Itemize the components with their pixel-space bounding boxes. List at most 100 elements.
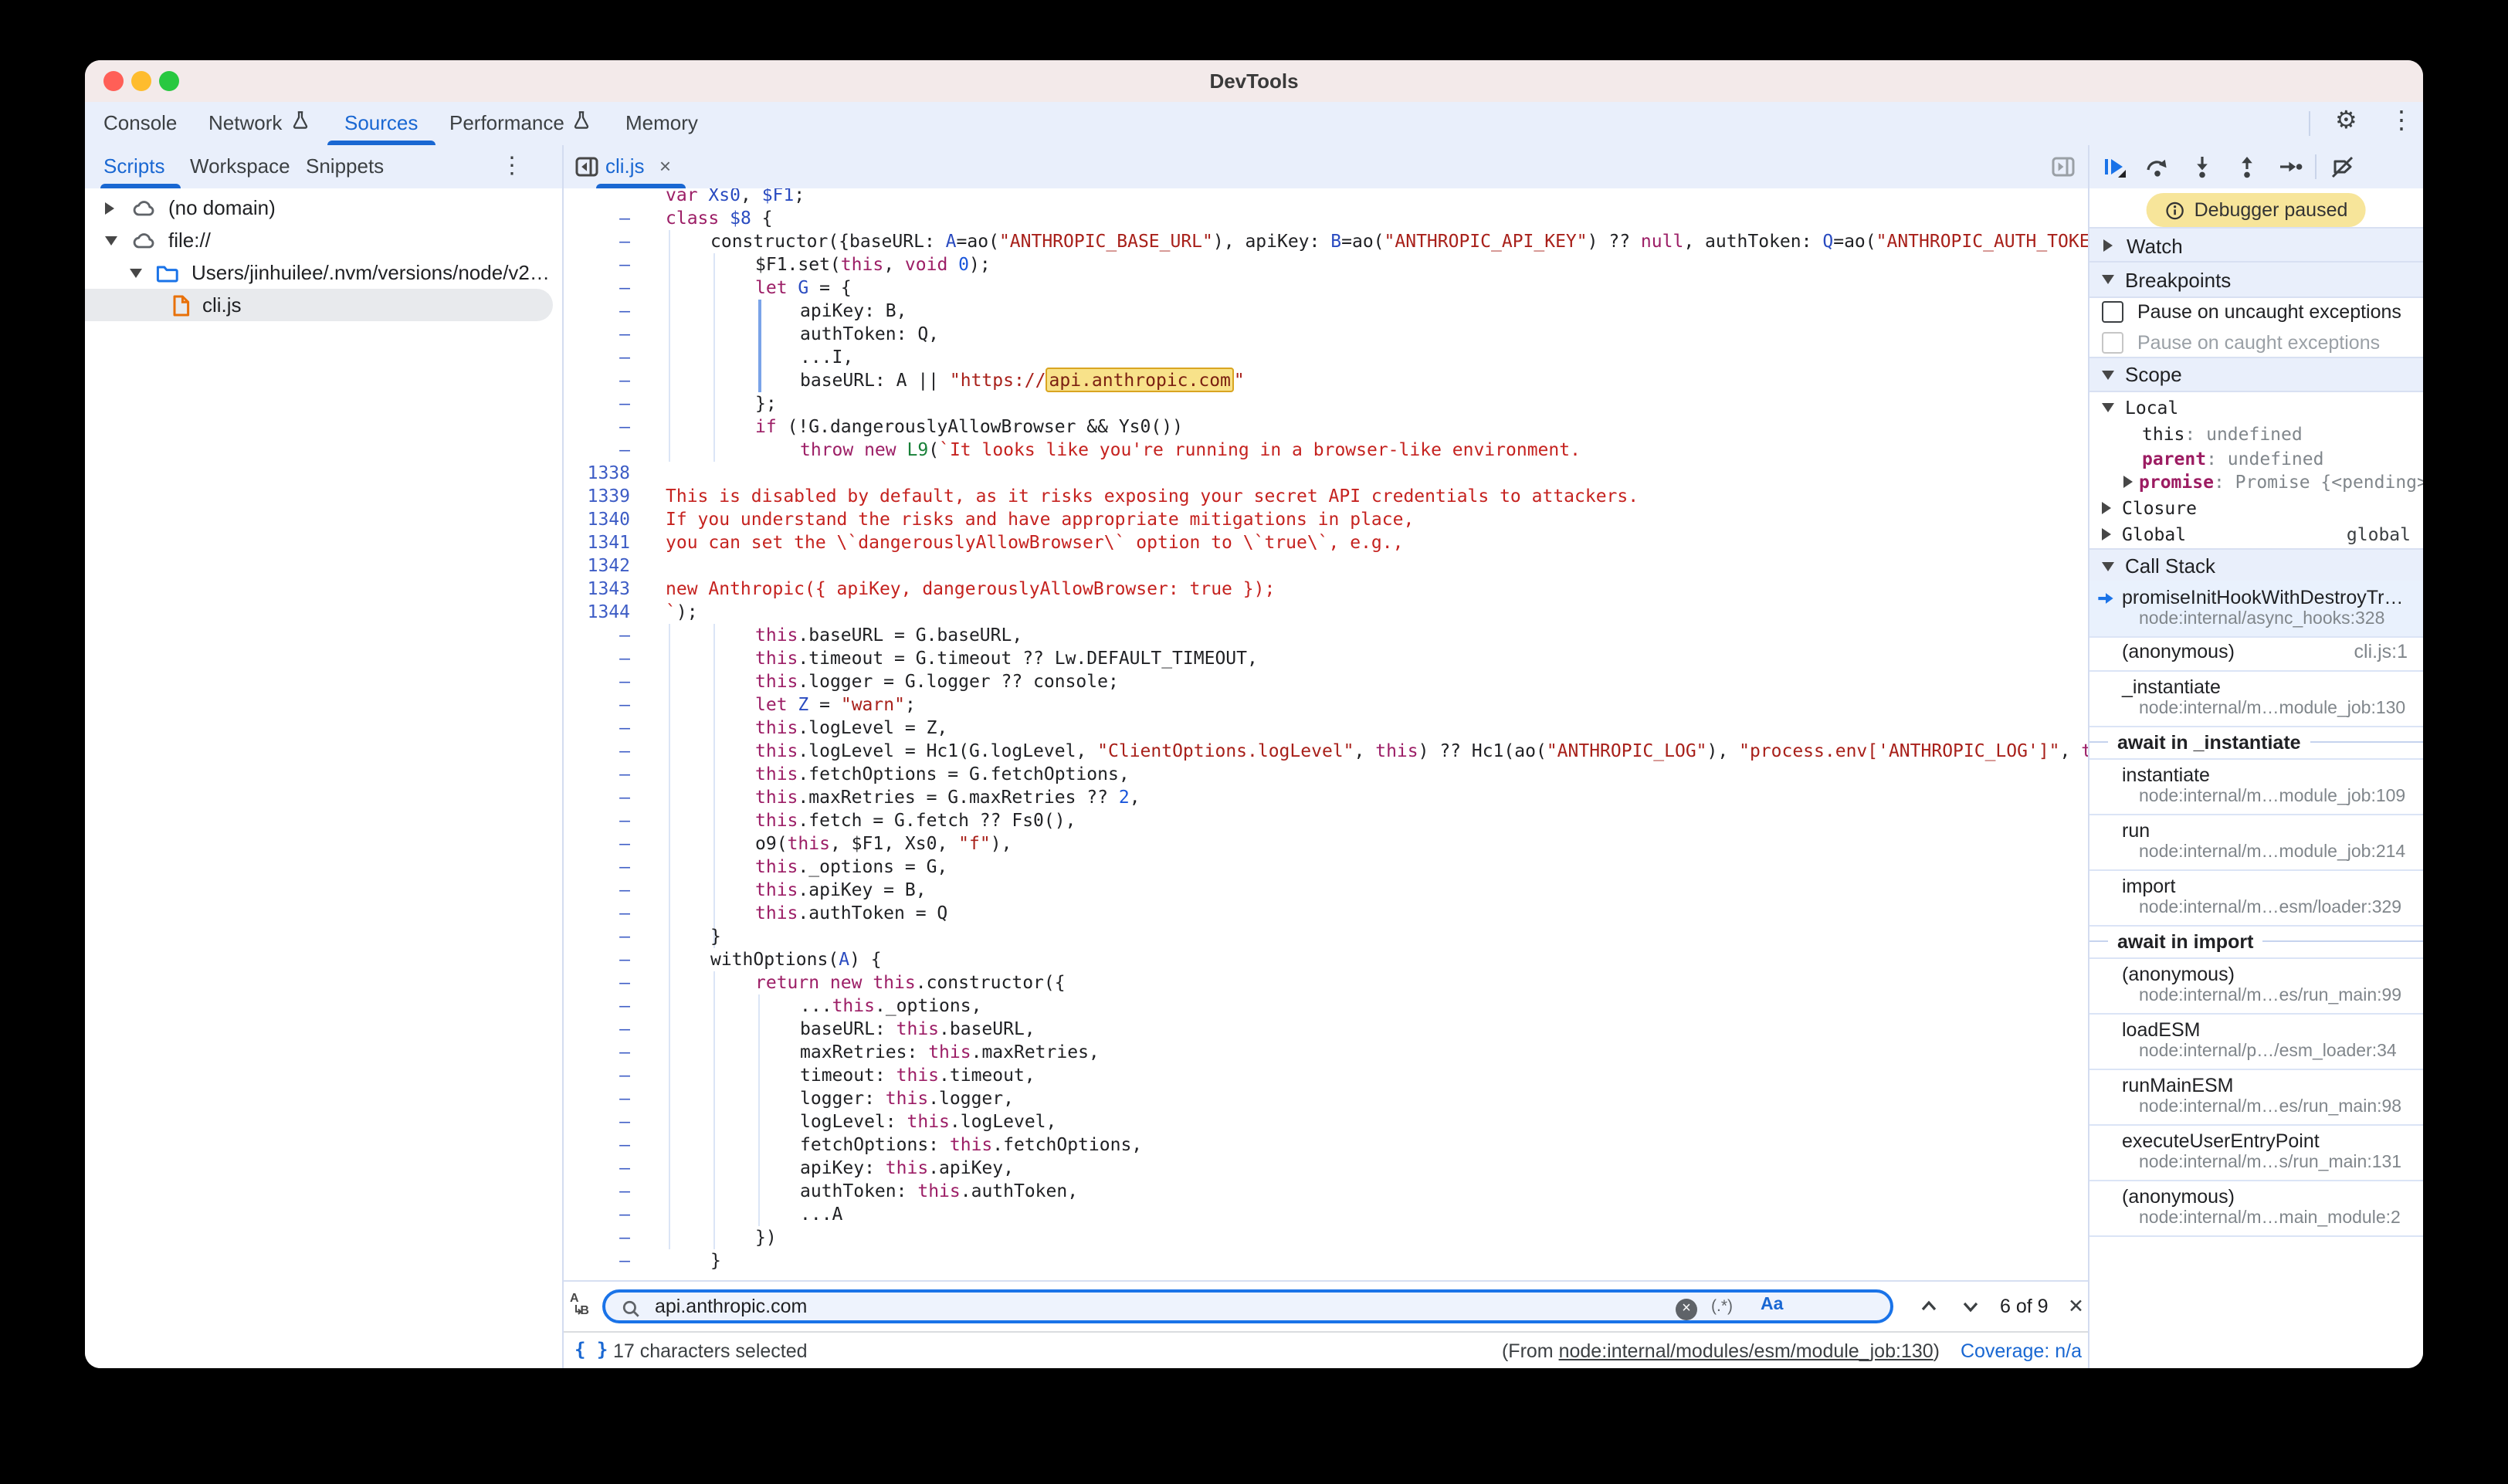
resume-script-execution-icon[interactable]	[2102, 154, 2127, 179]
line-gutter[interactable]: –	[564, 276, 641, 300]
call-stack-frame[interactable]: (anonymous)node:internal/m…main_module:2	[2089, 1180, 2423, 1237]
code-line[interactable]: –maxRetries: this.maxRetries,	[564, 1041, 2088, 1064]
tab-cli-js[interactable]: cli.js ×	[605, 145, 671, 187]
code-line[interactable]: –authToken: Q,	[564, 323, 2088, 346]
code-line[interactable]: var Xs0, $F1;	[564, 188, 2088, 207]
breakpoints-section-header[interactable]: Breakpoints	[2089, 261, 2423, 298]
line-gutter[interactable]: –	[564, 948, 641, 971]
line-gutter[interactable]: –	[564, 392, 641, 415]
code-line[interactable]: 1338	[564, 462, 2088, 485]
sidebar-tab-scripts[interactable]: Scripts	[103, 145, 164, 187]
pretty-print-icon[interactable]: { }	[574, 1339, 608, 1360]
line-gutter[interactable]: –	[564, 693, 641, 717]
show-debugger-panel-icon[interactable]	[2051, 154, 2076, 179]
code-line[interactable]: 1342	[564, 554, 2088, 578]
call-stack-frame[interactable]: _instantiatenode:internal/m…module_job:1…	[2089, 670, 2423, 727]
line-gutter[interactable]: 1342	[564, 554, 641, 578]
code-line[interactable]: 1344`);	[564, 601, 2088, 624]
chevron-down-icon[interactable]	[2102, 402, 2114, 412]
scope-row[interactable]: Local	[2089, 392, 2423, 422]
line-gutter[interactable]: –	[564, 856, 641, 879]
tab-memory[interactable]: Memory	[625, 102, 698, 144]
code-line[interactable]: –}	[564, 1249, 2088, 1272]
code-line[interactable]: –timeout: this.timeout,	[564, 1064, 2088, 1087]
checkbox-unchecked-icon[interactable]	[2102, 300, 2123, 322]
scope-row[interactable]: promise: Promise {<pending>}	[2089, 469, 2423, 494]
code-line[interactable]: –constructor({baseURL: A=ao("ANTHROPIC_B…	[564, 230, 2088, 253]
line-gutter[interactable]	[564, 188, 641, 207]
call-stack-frame[interactable]: importnode:internal/m…esm/loader:329	[2089, 869, 2423, 927]
line-gutter[interactable]: –	[564, 230, 641, 253]
code-line[interactable]: –$F1.set(this, void 0);	[564, 253, 2088, 276]
step-icon[interactable]	[2278, 154, 2303, 179]
clear-search-icon[interactable]: ×	[1676, 1298, 1697, 1320]
close-tab-icon[interactable]: ×	[659, 154, 671, 178]
scope-section-header[interactable]: Scope	[2089, 357, 2423, 392]
code-line[interactable]: –fetchOptions: this.fetchOptions,	[564, 1133, 2088, 1157]
step-into-icon[interactable]	[2190, 154, 2215, 179]
line-gutter[interactable]: –	[564, 624, 641, 647]
code-line[interactable]: –this.logger = G.logger ?? console;	[564, 670, 2088, 693]
pause-on-uncaught-exceptions-row[interactable]: Pause on uncaught exceptions	[2089, 295, 2423, 327]
scope-row[interactable]: parent: undefined	[2089, 446, 2423, 471]
code-line[interactable]: –logLevel: this.logLevel,	[564, 1110, 2088, 1133]
tab-performance[interactable]: Performance	[449, 102, 592, 144]
line-gutter[interactable]: –	[564, 1157, 641, 1180]
debugger-panel-divider[interactable]	[2088, 145, 2089, 1368]
code-line[interactable]: –let G = {	[564, 276, 2088, 300]
line-gutter[interactable]: 1340	[564, 508, 641, 531]
call-stack-frame[interactable]: promiseInitHookWithDestroyTr…node:intern…	[2089, 581, 2423, 638]
code-line[interactable]: –this.maxRetries = G.maxRetries ?? 2,	[564, 786, 2088, 809]
call-stack-frame[interactable]: instantiatenode:internal/m…module_job:10…	[2089, 758, 2423, 815]
line-gutter[interactable]: –	[564, 809, 641, 832]
code-line[interactable]: –logger: this.logger,	[564, 1087, 2088, 1110]
code-line[interactable]: –this.authToken = Q	[564, 902, 2088, 925]
line-gutter[interactable]: –	[564, 994, 641, 1018]
tree-item--no-domain-[interactable]: (no domain)	[85, 191, 562, 224]
line-gutter[interactable]: –	[564, 832, 641, 856]
code-line[interactable]: 1341you can set the \`dangerouslyAllowBr…	[564, 531, 2088, 554]
sidebar-tab-workspace[interactable]: Workspace	[190, 145, 290, 187]
line-gutter[interactable]: –	[564, 647, 641, 670]
chevron-down-icon[interactable]	[130, 268, 142, 277]
line-gutter[interactable]: –	[564, 1041, 641, 1064]
call-stack-frame[interactable]: executeUserEntryPointnode:internal/m…s/r…	[2089, 1124, 2423, 1181]
code-line[interactable]: –this._options = G,	[564, 856, 2088, 879]
code-line[interactable]: –}	[564, 925, 2088, 948]
code-line[interactable]: 1343new Anthropic({ apiKey, dangerouslyA…	[564, 578, 2088, 601]
line-gutter[interactable]: –	[564, 786, 641, 809]
code-line[interactable]: –})	[564, 1226, 2088, 1249]
pause-on-caught-exceptions-row[interactable]: Pause on caught exceptions	[2089, 327, 2423, 357]
chevron-right-icon[interactable]	[105, 202, 114, 214]
line-gutter[interactable]: –	[564, 1203, 641, 1226]
code-line[interactable]: –this.apiKey = B,	[564, 879, 2088, 902]
code-line[interactable]: –apiKey: B,	[564, 300, 2088, 323]
line-gutter[interactable]: –	[564, 1180, 641, 1203]
scope-row[interactable]: this: undefined	[2089, 422, 2423, 446]
code-line[interactable]: –o9(this, $F1, Xs0, "f"),	[564, 832, 2088, 856]
line-gutter[interactable]: –	[564, 1133, 641, 1157]
scope-row[interactable]: Globalglobal	[2089, 520, 2423, 548]
match-case-toggle[interactable]: Aa	[1761, 1296, 1783, 1314]
sidebar-tab-snippets[interactable]: Snippets	[306, 145, 384, 187]
code-line[interactable]: –this.fetch = G.fetch ?? Fs0(),	[564, 809, 2088, 832]
close-find-bar-icon[interactable]: ✕	[2068, 1294, 2084, 1317]
line-gutter[interactable]: –	[564, 670, 641, 693]
watch-section-header[interactable]: Watch	[2089, 227, 2423, 264]
line-gutter[interactable]: –	[564, 717, 641, 740]
tree-item-file-[interactable]: file://	[85, 224, 562, 256]
more-tabs-icon[interactable]: ⋮	[500, 154, 524, 178]
code-line[interactable]: –withOptions(A) {	[564, 948, 2088, 971]
line-gutter[interactable]: –	[564, 925, 641, 948]
tab-console[interactable]: Console	[103, 102, 177, 144]
source-origin-link[interactable]: node:internal/modules/esm/module_job:130	[1559, 1340, 1934, 1361]
tree-item-users-jinhuilee-nvm-versions-node-v2-[interactable]: Users/jinhuilee/.nvm/versions/node/v2…	[85, 256, 562, 289]
line-gutter[interactable]: –	[564, 300, 641, 323]
next-match-icon[interactable]	[1960, 1296, 1981, 1317]
line-gutter[interactable]: –	[564, 740, 641, 763]
line-gutter[interactable]: –	[564, 1087, 641, 1110]
call-stack-frame[interactable]: (anonymous)cli.js:1	[2089, 636, 2423, 672]
call-stack-frame[interactable]: runnode:internal/m…module_job:214	[2089, 814, 2423, 871]
line-gutter[interactable]: –	[564, 902, 641, 925]
call-stack-frame[interactable]: (anonymous)node:internal/m…es/run_main:9…	[2089, 957, 2423, 1015]
